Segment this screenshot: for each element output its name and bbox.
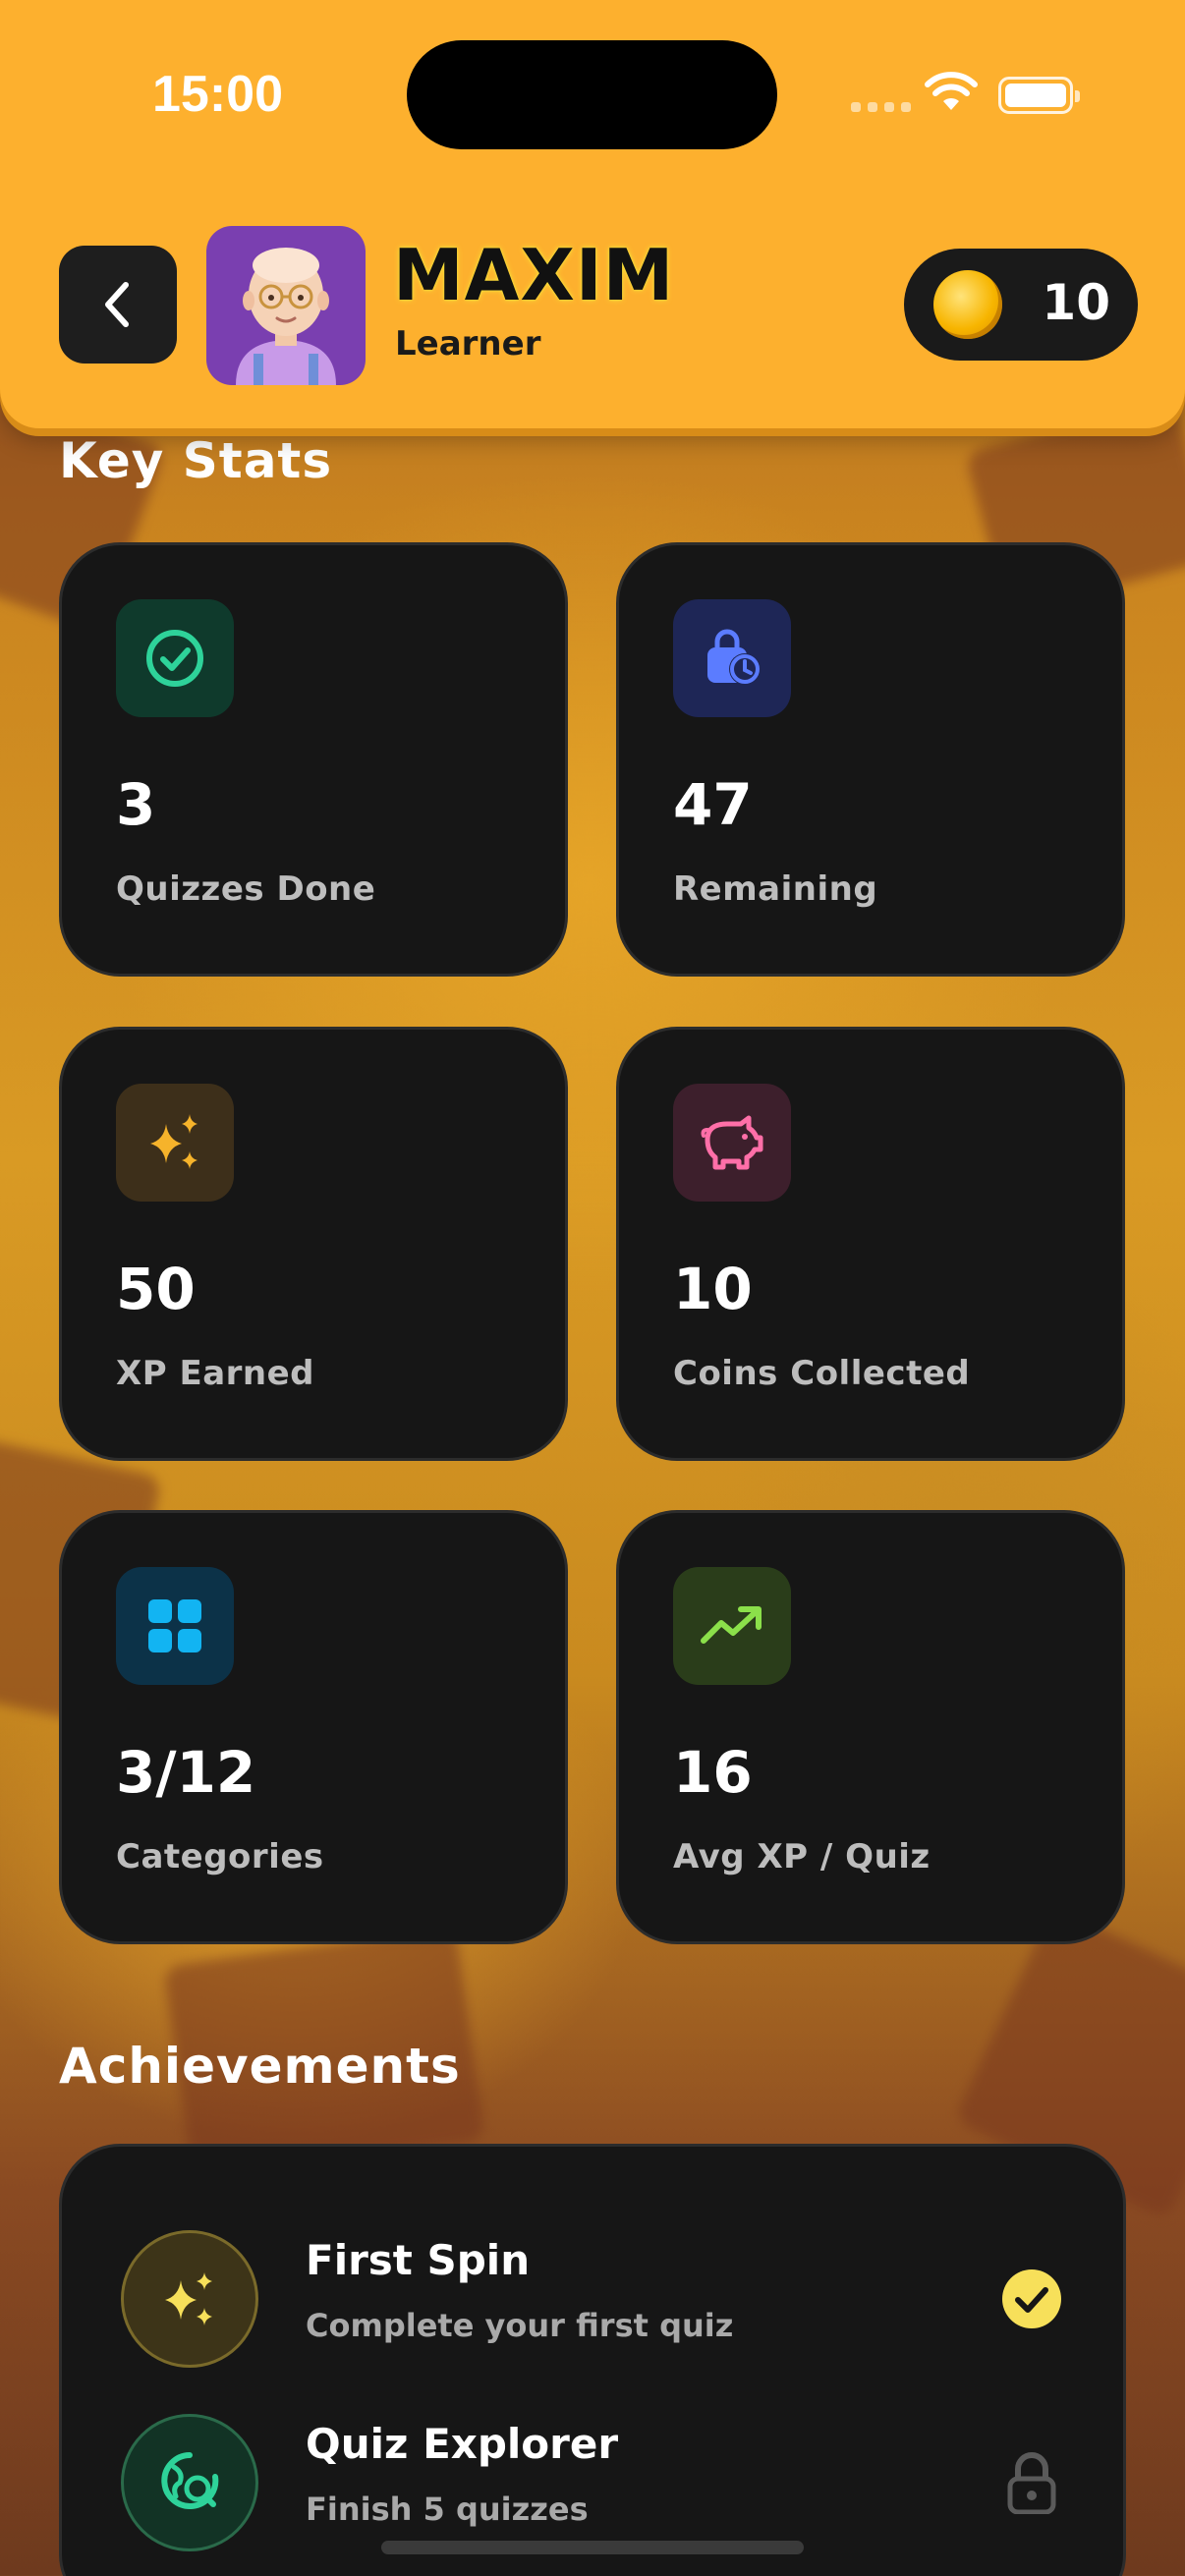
check-circle-icon — [116, 599, 234, 717]
piggy-bank-icon — [673, 1084, 791, 1202]
grid-icon — [116, 1567, 234, 1685]
achievements-panel: First Spin Complete your first quiz Quiz… — [59, 2144, 1126, 2576]
achievement-description: Complete your first quiz — [306, 2307, 734, 2344]
avatar[interactable] — [206, 226, 366, 385]
achievement-item[interactable]: First Spin Complete your first quiz — [62, 2230, 1123, 2378]
chevron-left-icon — [105, 282, 129, 327]
achievement-title: Quiz Explorer — [306, 2420, 619, 2468]
stat-value: 3/12 — [116, 1739, 256, 1806]
key-stats-title: Key Stats — [59, 432, 333, 489]
coin-balance[interactable]: 10 — [904, 249, 1138, 361]
achievement-title: First Spin — [306, 2236, 531, 2284]
stat-label: Quizzes Done — [116, 869, 376, 909]
cellular-signal-icon — [851, 102, 911, 112]
home-indicator[interactable] — [381, 2541, 804, 2554]
coin-count: 10 — [1042, 274, 1110, 331]
stat-card-coins-collected: 10 Coins Collected — [616, 1027, 1125, 1461]
trending-up-icon — [673, 1567, 791, 1685]
coin-icon — [933, 270, 1002, 339]
sparkles-icon — [116, 1084, 234, 1202]
profile-header: 15:00 MAXIM Learner 10 — [0, 0, 1185, 428]
back-button[interactable] — [59, 246, 177, 364]
bag-clock-icon — [673, 599, 791, 717]
stat-label: Coins Collected — [673, 1354, 971, 1393]
dynamic-island — [407, 40, 777, 149]
battery-icon — [998, 77, 1080, 114]
lock-icon — [999, 2448, 1064, 2517]
achievement-item[interactable]: Quiz Explorer Finish 5 quizzes — [62, 2414, 1123, 2561]
achievements-title: Achievements — [59, 2038, 461, 2095]
stat-card-quizzes-done: 3 Quizzes Done — [59, 542, 568, 977]
stat-value: 3 — [116, 771, 156, 838]
stat-value: 50 — [116, 1256, 196, 1322]
user-avatar-illustration — [236, 248, 336, 385]
check-badge-icon — [999, 2265, 1064, 2333]
stat-card-xp-earned: 50 XP Earned — [59, 1027, 568, 1461]
stat-label: Avg XP / Quiz — [673, 1837, 931, 1876]
sparkles-icon — [121, 2230, 258, 2368]
achievement-description: Finish 5 quizzes — [306, 2491, 589, 2528]
stat-value: 47 — [673, 771, 753, 838]
user-name: MAXIM — [393, 234, 675, 316]
status-time: 15:00 — [152, 66, 283, 123]
stat-card-categories: 3/12 Categories — [59, 1510, 568, 1944]
stat-card-remaining: 47 Remaining — [616, 542, 1125, 977]
stat-label: XP Earned — [116, 1354, 315, 1393]
stat-value: 16 — [673, 1739, 753, 1806]
stat-label: Categories — [116, 1837, 324, 1876]
user-role: Learner — [395, 324, 541, 364]
wifi-icon — [925, 72, 978, 110]
stat-value: 10 — [673, 1256, 753, 1322]
stat-card-avg-xp: 16 Avg XP / Quiz — [616, 1510, 1125, 1944]
stat-label: Remaining — [673, 869, 878, 909]
globe-search-icon — [121, 2414, 258, 2551]
